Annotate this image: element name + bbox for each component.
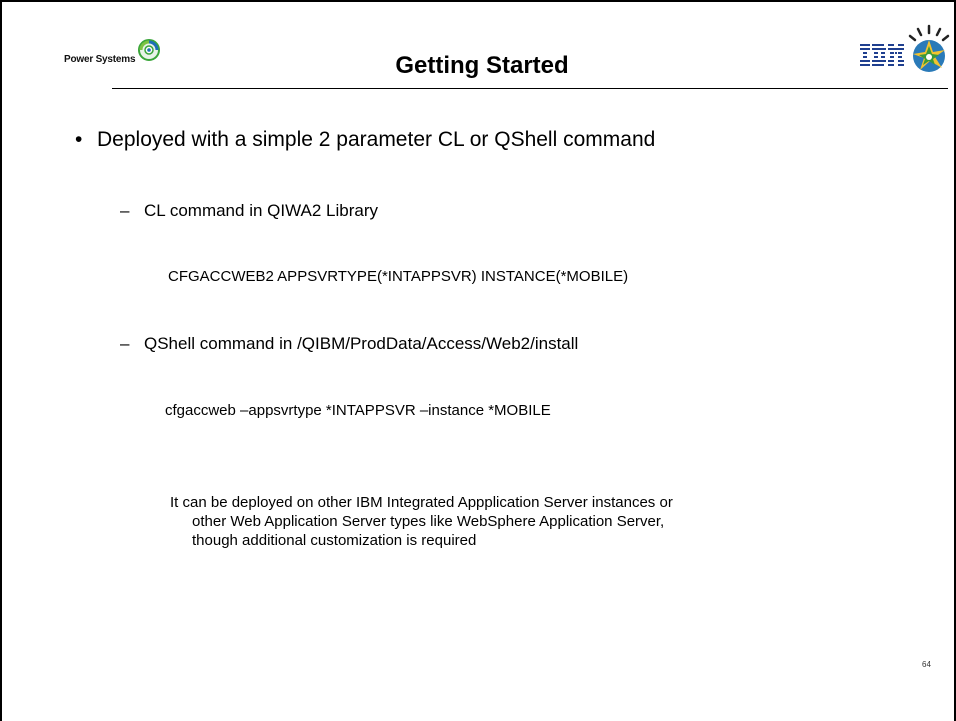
note-line: It can be deployed on other IBM Integrat… xyxy=(170,494,673,511)
ibm-logo-icon xyxy=(860,44,904,66)
page-title: Getting Started xyxy=(395,52,569,79)
sub-bullet-mark: – xyxy=(120,334,130,353)
qshell-command-text: cfgaccweb –appsvrtype *INTAPPSVR –instan… xyxy=(165,402,551,419)
deployment-note: It can be deployed on other IBM Integrat… xyxy=(170,493,900,550)
header-divider xyxy=(112,88,948,89)
page-number: 64 xyxy=(922,660,931,669)
cl-command-text: CFGACCWEB2 APPSVRTYPE(*INTAPPSVR) INSTAN… xyxy=(168,268,629,285)
power-systems-brand: Power Systems xyxy=(64,38,161,65)
brand-text: Power Systems xyxy=(64,54,136,65)
sub-item-qshell-label: QShell command in /QIBM/ProdData/Access/… xyxy=(144,334,579,353)
sub-item-cl-label: CL command in QIWA2 Library xyxy=(144,201,378,220)
slide: Power Systems Getting Started • Deployed… xyxy=(0,0,956,721)
sub-bullet-mark: – xyxy=(120,201,130,220)
main-bullet-text: Deployed with a simple 2 parameter CL or… xyxy=(97,128,656,151)
power-systems-swirl-icon xyxy=(138,39,161,61)
bullet-mark: • xyxy=(75,128,83,151)
note-line: though additional customization is requi… xyxy=(192,532,477,549)
ibm-smarter-planet-burst-icon xyxy=(908,24,950,72)
note-line: other Web Application Server types like … xyxy=(192,513,665,530)
